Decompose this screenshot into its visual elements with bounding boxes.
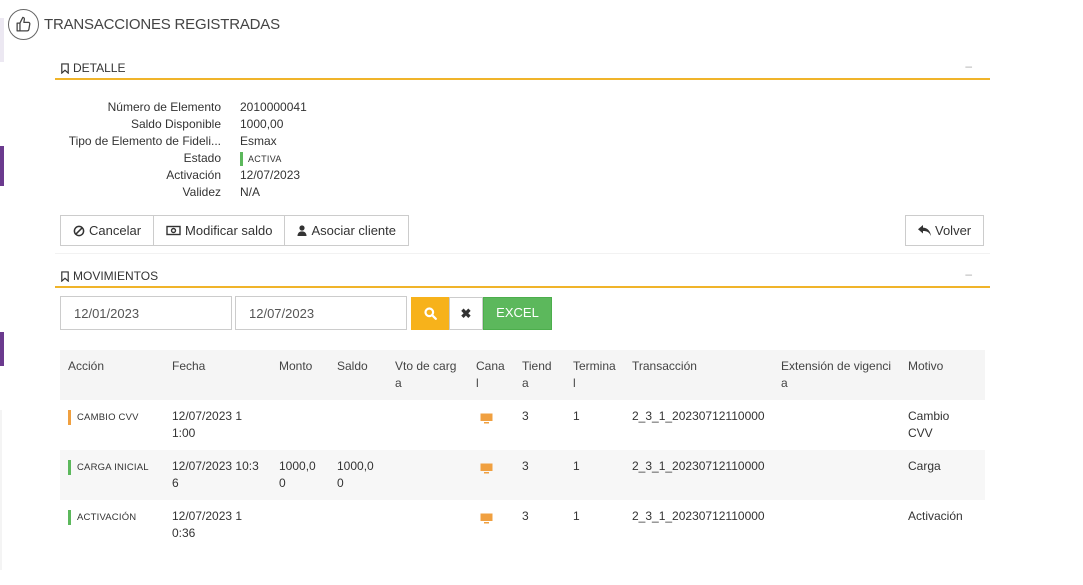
- transaccion-cell: 2_3_1_20230712110000: [632, 409, 765, 423]
- thumbs-up-icon: [8, 9, 39, 40]
- status-badge: ACTIVA: [240, 151, 282, 166]
- motivo-cell: Carga: [908, 459, 941, 473]
- motivo-cell: Activación: [908, 509, 963, 523]
- detail-actions: Cancelar Modificar saldo Asociar cliente: [60, 215, 410, 246]
- action-tag: ACTIVACIÓN: [68, 509, 136, 526]
- date-from-input[interactable]: 12/01/2023: [60, 296, 232, 330]
- tienda-cell: 3: [522, 459, 529, 473]
- cancel-button[interactable]: Cancelar: [60, 215, 155, 246]
- sidebar-edge: [0, 18, 4, 62]
- tipo-label: Tipo de Elemento de Fideli...: [68, 134, 221, 148]
- col-saldo[interactable]: Saldo: [337, 358, 387, 375]
- fecha-cell: 12/07/2023 11:00: [172, 409, 243, 440]
- money-icon: [166, 225, 181, 236]
- validez-value: N/A: [240, 185, 261, 199]
- back-button[interactable]: Volver: [905, 215, 985, 246]
- detail-section-header[interactable]: DETALLE –: [55, 59, 990, 80]
- terminal-cell: 1: [573, 509, 580, 523]
- col-monto[interactable]: Monto: [279, 358, 329, 375]
- tipo-value: Esmax: [240, 134, 277, 148]
- transaccion-cell: 2_3_1_20230712110000: [632, 509, 765, 523]
- activacion-label: Activación: [166, 168, 221, 182]
- monitor-icon: [480, 512, 493, 529]
- bookmark-icon: [61, 62, 69, 74]
- detail-section-title: DETALLE: [73, 61, 126, 75]
- col-extension[interactable]: Extensión de vigencia: [781, 358, 897, 392]
- transaccion-cell: 2_3_1_20230712110000: [632, 459, 765, 473]
- table-row[interactable]: CARGA INICIAL 12/07/2023 10:36 1000,00 1…: [60, 450, 985, 500]
- movements-section-title: MOVIMIENTOS: [73, 269, 159, 283]
- terminal-cell: 1: [573, 459, 580, 473]
- search-button[interactable]: [411, 297, 449, 330]
- col-tienda[interactable]: Tienda: [522, 358, 555, 392]
- col-motivo[interactable]: Motivo: [908, 358, 978, 375]
- sidebar-edge: [0, 410, 2, 570]
- ban-icon: [73, 225, 85, 236]
- bookmark-icon: [61, 270, 69, 282]
- clear-filter-button[interactable]: ✖: [449, 297, 483, 330]
- activacion-value: 12/07/2023: [240, 168, 301, 182]
- sidebar-edge-active: [0, 332, 4, 366]
- tienda-cell: 3: [522, 409, 529, 423]
- fecha-cell: 12/07/2023 10:36: [172, 459, 259, 490]
- saldo-cell: 1000,00: [337, 459, 374, 490]
- col-fecha[interactable]: Fecha: [172, 358, 267, 375]
- tienda-cell: 3: [522, 509, 529, 523]
- action-tag: CAMBIO CVV: [68, 409, 139, 426]
- fecha-cell: 12/07/2023 10:36: [172, 509, 243, 540]
- user-icon: [297, 225, 307, 236]
- close-icon: ✖: [460, 305, 472, 321]
- estado-label: Estado: [183, 151, 221, 165]
- col-transaccion[interactable]: Transacción: [632, 358, 772, 375]
- excel-export-button[interactable]: EXCEL: [483, 297, 552, 330]
- date-to-input[interactable]: 12/07/2023: [235, 296, 407, 330]
- saldo-value: 1000,00: [240, 117, 284, 131]
- col-canal[interactable]: Canal: [476, 358, 507, 392]
- monto-cell: 1000,00: [279, 459, 316, 490]
- saldo-label: Saldo Disponible: [130, 117, 221, 131]
- col-accion[interactable]: Acción: [68, 358, 158, 375]
- col-terminal[interactable]: Terminal: [573, 358, 618, 392]
- col-vto[interactable]: Vto de carga: [395, 358, 463, 392]
- sidebar-edge-active: [0, 146, 4, 186]
- table-row[interactable]: ACTIVACIÓN 12/07/2023 10:36 3 1 2_3_1_20…: [60, 500, 985, 550]
- terminal-cell: 1: [573, 409, 580, 423]
- motivo-cell: Cambio CVV: [908, 409, 950, 440]
- validez-label: Validez: [182, 185, 221, 199]
- monitor-icon: [480, 412, 493, 429]
- collapse-detail-button[interactable]: –: [965, 59, 972, 73]
- movements-table: Acción Fecha Monto Saldo Vto de carga Ca…: [60, 350, 985, 550]
- divider: [55, 253, 990, 254]
- page-title: TRANSACCIONES REGISTRADAS: [44, 16, 280, 33]
- table-row[interactable]: CAMBIO CVV 12/07/2023 11:00 3 1 2_3_1_20…: [60, 400, 985, 450]
- modify-balance-button[interactable]: Modificar saldo: [153, 215, 286, 246]
- movements-section-header[interactable]: MOVIMIENTOS –: [55, 267, 990, 288]
- numero-value: 2010000041: [240, 100, 307, 114]
- reply-icon: [918, 225, 931, 236]
- table-header: Acción Fecha Monto Saldo Vto de carga Ca…: [60, 350, 985, 400]
- collapse-movements-button[interactable]: –: [965, 267, 972, 281]
- associate-client-button[interactable]: Asociar cliente: [284, 215, 410, 246]
- page-header: TRANSACCIONES REGISTRADAS: [8, 9, 280, 40]
- action-tag: CARGA INICIAL: [68, 459, 149, 476]
- numero-label: Número de Elemento: [107, 100, 221, 114]
- search-icon: [423, 307, 437, 320]
- monitor-icon: [480, 462, 493, 479]
